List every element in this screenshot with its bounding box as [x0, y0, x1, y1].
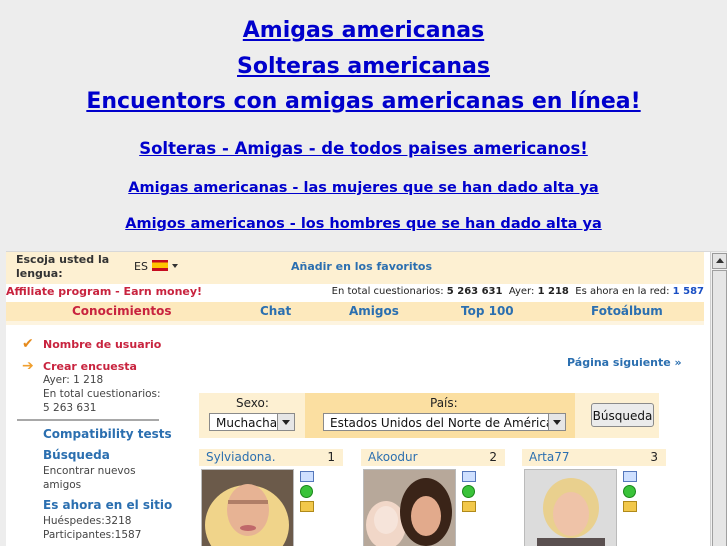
language-selector[interactable]: ES — [134, 260, 178, 273]
profile-card-header: Arta77 3 — [522, 449, 666, 466]
link-mujeres[interactable]: Amigas americanas - las mujeres que se h… — [0, 180, 727, 196]
sidebar-total-value: 5 263 631 — [43, 402, 97, 414]
sidebar-participants: Participantes:1587 — [43, 529, 142, 541]
profile-name[interactable]: Sylviadona. — [206, 450, 276, 464]
profile-card[interactable]: Sylviadona. 1 — [199, 449, 351, 546]
sex-select-value: Muchacha — [216, 416, 278, 430]
country-label: País: — [430, 396, 458, 410]
scroll-thumb[interactable] — [712, 270, 727, 546]
vertical-scrollbar[interactable] — [710, 252, 727, 546]
nav-amigos[interactable]: Amigos — [349, 304, 399, 318]
total-label: En total cuestionarios: — [331, 286, 444, 297]
caret-down-icon — [171, 264, 178, 268]
profile-photo[interactable] — [524, 469, 617, 546]
profile-card-header: Akoodur 2 — [361, 449, 505, 466]
stats-bar: Affiliate program - Earn money! En total… — [6, 284, 704, 302]
sidebar-total-label: En total cuestionarios: — [43, 388, 161, 400]
sidebar-guests: Huéspedes:3218 — [43, 515, 132, 527]
profile-name[interactable]: Akoodur — [368, 450, 418, 464]
arrow-right-icon: ➔ — [22, 358, 34, 374]
profile-photo[interactable] — [201, 469, 294, 546]
folder-icon[interactable] — [623, 501, 637, 512]
sidebar-search-sub2: amigos — [43, 479, 82, 491]
profile-rank: 1 — [327, 450, 335, 464]
folder-icon[interactable] — [462, 501, 476, 512]
profile-card[interactable]: Arta77 3 — [522, 449, 674, 546]
dropdown-arrow-icon — [548, 414, 565, 430]
search-form: Sexo: Muchacha País: Estados Unidos del … — [199, 393, 659, 438]
profile-photo[interactable] — [363, 469, 456, 546]
sidebar-compat-link[interactable]: Compatibility tests — [43, 427, 172, 441]
online-value[interactable]: 1 587 — [673, 286, 704, 297]
headline-encuentros[interactable]: Encuentors con amigas americanas en líne… — [0, 89, 727, 114]
nav-fotoalbum[interactable]: Fotoálbum — [591, 304, 663, 318]
language-bar: Escoja usted la lengua: ES Añadir en los… — [6, 252, 704, 284]
headline-amigas[interactable]: Amigas americanas — [0, 18, 727, 43]
affiliate-link[interactable]: Affiliate program - Earn money! — [6, 285, 202, 298]
next-page-link[interactable]: Página siguiente » — [567, 356, 682, 369]
headline-todos-paises[interactable]: Solteras - Amigas - de todos paises amer… — [0, 139, 727, 158]
embedded-site-frame: Escoja usted la lengua: ES Añadir en los… — [6, 251, 727, 546]
sex-group: Sexo: Muchacha — [199, 393, 302, 438]
sidebar-search-sub1: Encontrar nuevos — [43, 465, 136, 477]
profile-rank: 3 — [650, 450, 658, 464]
search-button[interactable]: Búsqueda — [591, 403, 654, 427]
checkmark-icon: ✔ — [22, 336, 34, 352]
country-select-value: Estados Unidos del Norte de América — [330, 416, 554, 430]
sidebar-search-link[interactable]: Búsqueda — [43, 448, 110, 462]
sidebar-username-link[interactable]: Nombre de usuario — [43, 338, 161, 351]
sidebar-divider — [17, 419, 159, 421]
profile-rank: 2 — [489, 450, 497, 464]
profile-name[interactable]: Arta77 — [529, 450, 569, 464]
nav-divider — [6, 321, 704, 325]
spain-flag-icon — [151, 260, 168, 271]
profile-actions — [623, 471, 637, 512]
sidebar-online-link[interactable]: Es ahora en el sitio — [43, 498, 172, 512]
folder-icon[interactable] — [300, 501, 314, 512]
profile-card-header: Sylviadona. 1 — [199, 449, 343, 466]
country-group: País: Estados Unidos del Norte de Améric… — [305, 393, 575, 438]
scroll-up-button[interactable] — [712, 253, 727, 269]
stats-summary: En total cuestionarios: 5 263 631 Ayer: … — [332, 286, 704, 297]
sidebar-yesterday: Ayer: 1 218 — [43, 374, 104, 386]
nav-conocimientos[interactable]: Conocimientos — [72, 304, 172, 318]
yesterday-label: Ayer: — [508, 286, 535, 297]
total-value: 5 263 631 — [446, 286, 503, 297]
online-status-icon — [300, 485, 313, 498]
nav-chat[interactable]: Chat — [260, 304, 291, 318]
add-favorites-link[interactable]: Añadir en los favoritos — [291, 260, 432, 273]
main-nav: Conocimientos Chat Amigos Top 100 Fotoál… — [6, 302, 704, 321]
mail-icon[interactable] — [300, 471, 314, 482]
yesterday-value: 1 218 — [537, 286, 569, 297]
online-status-icon — [623, 485, 636, 498]
online-status-icon — [462, 485, 475, 498]
mail-icon[interactable] — [623, 471, 637, 482]
link-hombres[interactable]: Amigos americanos - los hombres que se h… — [0, 216, 727, 232]
arrow-up-icon — [716, 258, 724, 263]
profile-card[interactable]: Akoodur 2 — [361, 449, 513, 546]
profile-actions — [462, 471, 476, 512]
headline-solteras[interactable]: Solteras americanas — [0, 54, 727, 79]
sex-label: Sexo: — [236, 396, 269, 410]
sidebar-create-survey-link[interactable]: Crear encuesta — [43, 360, 137, 373]
profile-actions — [300, 471, 314, 512]
online-label: Es ahora en la red: — [575, 286, 670, 297]
dropdown-arrow-icon — [277, 414, 294, 430]
nav-top100[interactable]: Top 100 — [461, 304, 514, 318]
sex-select[interactable]: Muchacha — [209, 413, 295, 431]
language-label: Escoja usted la lengua: — [16, 253, 110, 280]
country-select[interactable]: Estados Unidos del Norte de América — [323, 413, 566, 431]
language-value: ES — [134, 260, 148, 273]
mail-icon[interactable] — [462, 471, 476, 482]
